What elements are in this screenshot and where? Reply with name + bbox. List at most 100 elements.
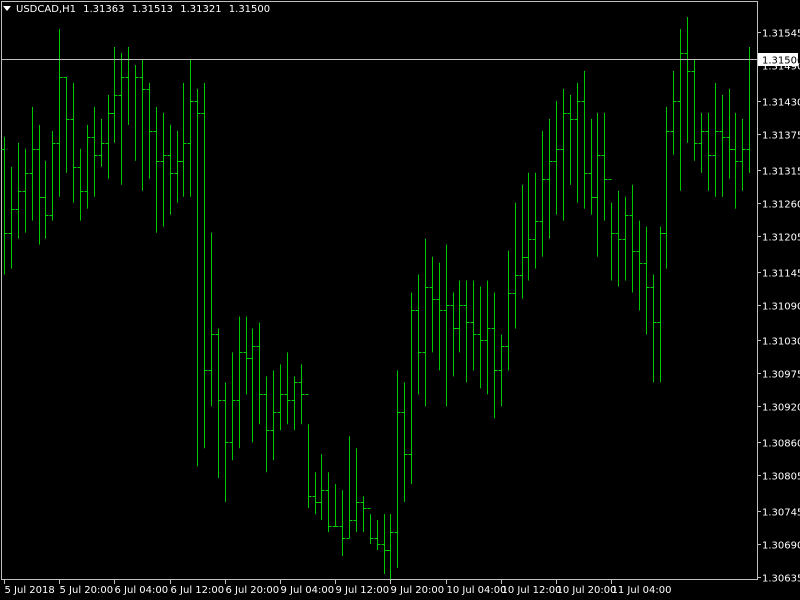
x-tick-label: 6 Jul 20:00 — [226, 585, 280, 596]
ohlc-bar — [739, 118, 746, 191]
ohlc-bar — [374, 520, 381, 551]
ohlc-bar — [608, 179, 615, 281]
ohlc-bar — [705, 112, 712, 191]
ohlc-bar — [236, 316, 243, 449]
ohlc-bar — [463, 280, 470, 383]
ohlc-bar — [84, 124, 91, 209]
ohlc-bar — [174, 130, 181, 203]
ohlc-bar — [118, 52, 125, 185]
ohlc-bar — [408, 292, 415, 485]
ohlc-bar — [394, 370, 401, 569]
ohlc-bar — [732, 112, 739, 209]
ohlc-bar — [270, 370, 277, 461]
ohlc-bar — [367, 508, 374, 545]
ohlc-bar — [691, 58, 698, 161]
ohlc-bar — [387, 514, 394, 580]
y-tick-label: 1.30975 — [762, 370, 800, 381]
y-tick-label: 1.30745 — [762, 508, 800, 519]
ohlc-bar — [560, 88, 567, 221]
ohlc-bar — [470, 280, 477, 371]
ohlc-bar — [305, 394, 312, 509]
ohlc-bar — [484, 280, 491, 395]
ohlc-bar — [429, 256, 436, 353]
ohlc-bar — [505, 250, 512, 371]
ohlc-bar — [422, 238, 429, 407]
y-tick-label: 1.31090 — [762, 302, 800, 313]
ohlc-bar — [574, 82, 581, 203]
ohlc-bar — [746, 46, 753, 173]
x-tick-label: 5 Jul 20:00 — [60, 585, 114, 596]
y-tick-label: 1.31205 — [762, 233, 800, 244]
ohlc-bar — [677, 29, 684, 191]
ohlc-bar — [29, 106, 36, 221]
ohlc-bar — [532, 172, 539, 269]
ohlc-bar — [325, 472, 332, 533]
x-tick-label: 10 Jul 20:00 — [557, 585, 617, 596]
ohlc-bar — [22, 148, 29, 233]
y-tick-label: 1.30860 — [762, 439, 800, 450]
ohlc-bar — [456, 280, 463, 353]
price-chart[interactable]: 1.315451.314901.314301.313751.313151.312… — [0, 0, 800, 600]
ohlc-bar — [42, 160, 49, 239]
x-tick-label: 6 Jul 12:00 — [171, 585, 225, 596]
ohlc-bar — [670, 70, 677, 155]
ohlc-bar — [291, 376, 298, 431]
y-tick-label: 1.31430 — [762, 98, 800, 109]
ohlc-bar — [663, 106, 670, 269]
ohlc-bar — [249, 328, 256, 443]
ohlc-bar — [539, 130, 546, 257]
ohlc-bar — [601, 112, 608, 221]
ohlc-bar — [194, 88, 201, 467]
ohlc-bar — [588, 118, 595, 215]
y-tick-label: 1.31375 — [762, 131, 800, 142]
ohlc-bar — [339, 490, 346, 557]
ohlc-bar — [98, 118, 105, 167]
ohlc-bar — [629, 184, 636, 293]
y-tick-label: 1.31145 — [762, 269, 800, 280]
x-tick-label: 9 Jul 12:00 — [336, 585, 390, 596]
x-tick-label: 5 Jul 2018 — [5, 585, 55, 596]
ohlc-bar — [160, 112, 167, 227]
ohlc-bar — [436, 262, 443, 371]
ohlc-bar — [180, 82, 187, 197]
ohlc-bar — [567, 94, 574, 185]
ohlc-bar — [63, 76, 70, 173]
ohlc-bar — [298, 364, 305, 425]
ohlc-bar — [594, 112, 601, 257]
ohlc-bar — [498, 334, 505, 407]
ohlc-bar — [1, 136, 8, 275]
ohlc-bar — [719, 94, 726, 197]
x-tick-label: 9 Jul 20:00 — [391, 585, 445, 596]
ohlc-bar — [622, 196, 629, 281]
ohlc-bar — [56, 29, 63, 197]
ohlc-bar — [111, 46, 118, 143]
ohlc-bar — [284, 352, 291, 425]
y-tick-label: 1.31260 — [762, 200, 800, 211]
ohlc-bar — [519, 184, 526, 299]
ohlc-bar — [546, 118, 553, 239]
ohlc-bar — [153, 106, 160, 233]
ohlc-bar — [318, 454, 325, 521]
ohlc-bar — [8, 166, 15, 269]
ohlc-bar — [698, 112, 705, 173]
ohlc-bar — [712, 82, 719, 197]
x-tick-label: 9 Jul 04:00 — [281, 585, 335, 596]
ohlc-bar — [215, 328, 222, 479]
y-tick-label: 1.30920 — [762, 403, 800, 414]
y-tick-label: 1.30690 — [762, 541, 800, 552]
ohlc-bar — [263, 376, 270, 473]
x-tick-label: 10 Jul 04:00 — [447, 585, 507, 596]
ohlc-bar — [615, 190, 622, 287]
ohlc-bar — [525, 172, 532, 281]
ohlc-bar — [15, 142, 22, 239]
ohlc-bar — [491, 292, 498, 419]
ohlc-bar — [187, 58, 194, 197]
y-tick-label: 1.31545 — [762, 29, 800, 40]
ohlc-bar — [443, 244, 450, 407]
y-tick-label: 1.31030 — [762, 337, 800, 348]
ohlc-bar — [684, 17, 691, 143]
x-tick-label: 11 Jul 04:00 — [612, 585, 672, 596]
ohlc-bar — [643, 226, 650, 335]
ohlc-bar — [277, 364, 284, 431]
ohlc-bar — [346, 436, 353, 539]
